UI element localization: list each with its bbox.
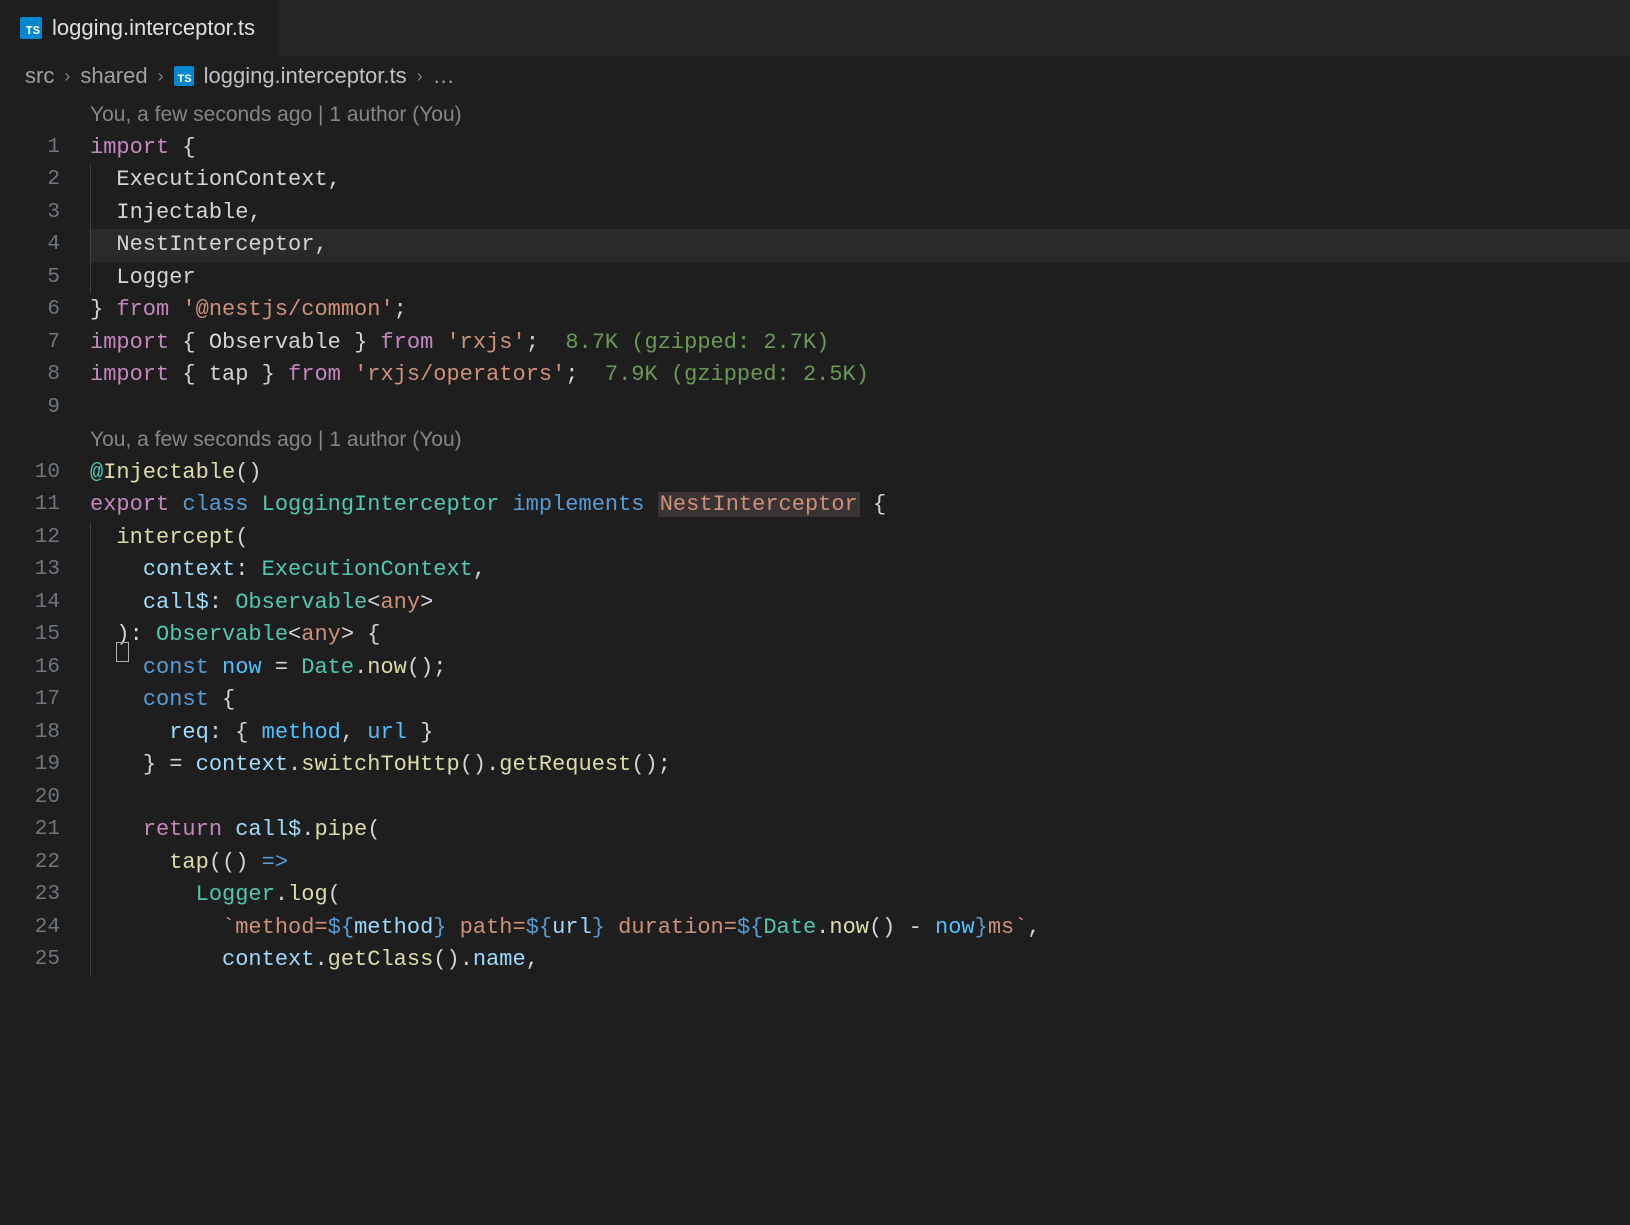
code-line[interactable]: ): Observable<any> { bbox=[90, 619, 1630, 652]
tab-bar: TS logging.interceptor.ts bbox=[0, 0, 1630, 57]
typescript-icon: TS bbox=[20, 17, 42, 39]
breadcrumb-file[interactable]: logging.interceptor.ts bbox=[204, 63, 407, 89]
code-line[interactable]: NestInterceptor, bbox=[90, 229, 1630, 262]
breadcrumb-src[interactable]: src bbox=[25, 63, 54, 89]
code-line[interactable] bbox=[90, 782, 1630, 815]
chevron-right-icon: › bbox=[64, 66, 70, 87]
code-line[interactable]: ExecutionContext, bbox=[90, 164, 1630, 197]
code-line[interactable]: const { bbox=[90, 684, 1630, 717]
codelens[interactable]: You, a few seconds ago | 1 author (You) bbox=[90, 424, 1630, 457]
code-line[interactable]: } = context.switchToHttp().getRequest(); bbox=[90, 749, 1630, 782]
code-line[interactable]: @Injectable() bbox=[90, 457, 1630, 490]
code-line[interactable]: } from '@nestjs/common'; bbox=[90, 294, 1630, 327]
code-line[interactable] bbox=[90, 392, 1630, 425]
code-line[interactable]: call$: Observable<any> bbox=[90, 587, 1630, 620]
chevron-right-icon: › bbox=[158, 66, 164, 87]
code-line[interactable]: context: ExecutionContext, bbox=[90, 554, 1630, 587]
code-area[interactable]: You, a few seconds ago | 1 author (You) … bbox=[90, 99, 1630, 977]
code-line[interactable]: context.getClass().name, bbox=[90, 944, 1630, 977]
editor-tab[interactable]: TS logging.interceptor.ts bbox=[0, 0, 280, 56]
chevron-right-icon: › bbox=[417, 66, 423, 87]
code-line[interactable]: Injectable, bbox=[90, 197, 1630, 230]
code-line[interactable]: intercept( bbox=[90, 522, 1630, 555]
code-line[interactable]: tap(() => bbox=[90, 847, 1630, 880]
code-line[interactable]: `method=${method} path=${url} duration=$… bbox=[90, 912, 1630, 945]
typescript-icon: TS bbox=[174, 66, 194, 86]
editor[interactable]: 1 2 3 4 5 6 7 8 9 10 11 12 13 14 15 16 1… bbox=[0, 95, 1630, 977]
breadcrumb-shared[interactable]: shared bbox=[80, 63, 147, 89]
code-line[interactable]: Logger.log( bbox=[90, 879, 1630, 912]
line-gutter: 1 2 3 4 5 6 7 8 9 10 11 12 13 14 15 16 1… bbox=[0, 99, 90, 977]
code-line[interactable]: return call$.pipe( bbox=[90, 814, 1630, 847]
code-line[interactable]: Logger bbox=[90, 262, 1630, 295]
breadcrumb-ellipsis[interactable]: … bbox=[433, 63, 455, 89]
codelens[interactable]: You, a few seconds ago | 1 author (You) bbox=[90, 99, 1630, 132]
breadcrumb[interactable]: src › shared › TS logging.interceptor.ts… bbox=[0, 57, 1630, 95]
code-line[interactable]: req: { method, url } bbox=[90, 717, 1630, 750]
tab-title: logging.interceptor.ts bbox=[52, 15, 255, 41]
code-line[interactable]: import { Observable } from 'rxjs'; 8.7K … bbox=[90, 327, 1630, 360]
code-line[interactable]: export class LoggingInterceptor implemen… bbox=[90, 489, 1630, 522]
code-line[interactable]: import { tap } from 'rxjs/operators'; 7.… bbox=[90, 359, 1630, 392]
code-line[interactable]: import { bbox=[90, 132, 1630, 165]
code-line[interactable]: const now = Date.now(); bbox=[90, 652, 1630, 685]
